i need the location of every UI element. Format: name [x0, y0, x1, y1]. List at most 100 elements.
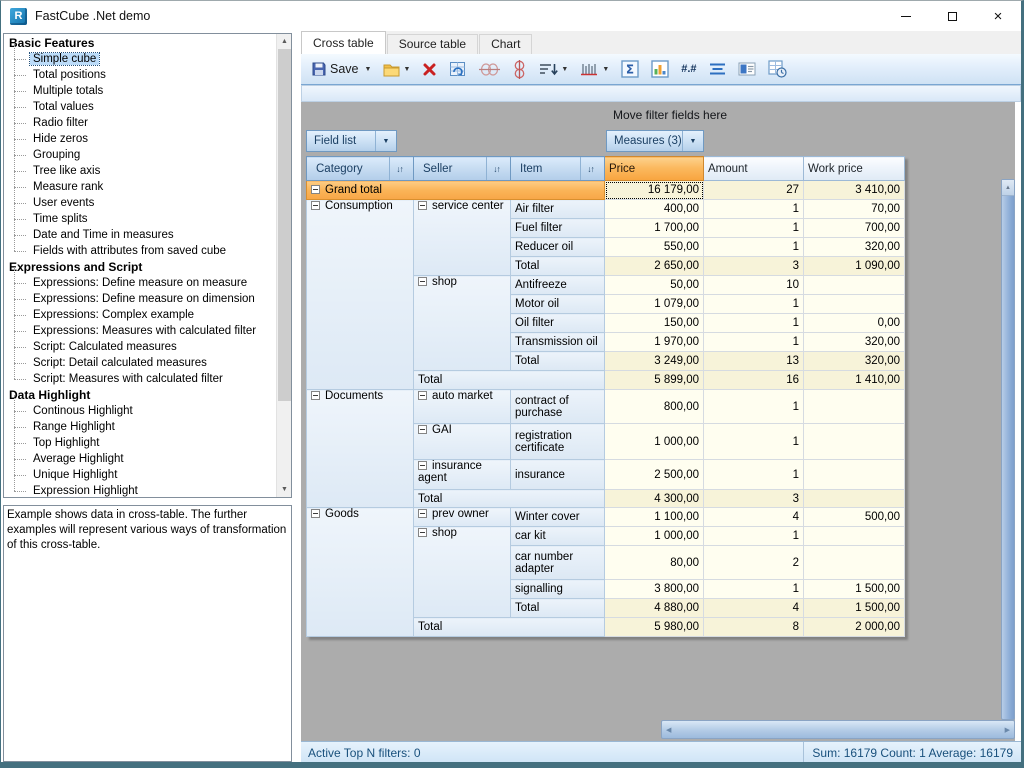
- grid-cell[interactable]: 1 500,00: [804, 580, 905, 599]
- tree-item[interactable]: Tree like axis: [4, 163, 275, 179]
- collapse-minus-icon[interactable]: [418, 201, 427, 210]
- grid-cell[interactable]: 1: [704, 390, 804, 424]
- grid-cell[interactable]: insurance agent: [414, 460, 511, 490]
- grid-cell[interactable]: 320,00: [804, 238, 905, 257]
- grid-cell[interactable]: 4: [704, 599, 804, 618]
- grid-cell[interactable]: 3 800,00: [605, 580, 704, 599]
- tree-scrollbar-thumb[interactable]: [278, 49, 291, 401]
- tree-item[interactable]: Multiple totals: [4, 83, 275, 99]
- grid-cell[interactable]: 4: [704, 508, 804, 527]
- measures-button[interactable]: Measures (3) ▼: [606, 130, 704, 152]
- grid-cell[interactable]: 2 000,00: [804, 618, 905, 637]
- grid-cell[interactable]: Consumption: [307, 200, 414, 390]
- grid-cell[interactable]: [804, 295, 905, 314]
- grid-cell[interactable]: Goods: [307, 508, 414, 637]
- grid-cell[interactable]: 1 700,00: [605, 219, 704, 238]
- column-header-price[interactable]: Price: [605, 157, 704, 181]
- grid-cell[interactable]: 50,00: [605, 276, 704, 295]
- tree-item[interactable]: User events: [4, 195, 275, 211]
- grid-cell[interactable]: 80,00: [605, 546, 704, 580]
- grid-cell[interactable]: 3: [704, 490, 804, 508]
- maximize-button[interactable]: [929, 1, 975, 31]
- scroll-down-icon[interactable]: ▼: [277, 482, 292, 497]
- open-button[interactable]: ▼: [380, 57, 413, 81]
- grid-cell[interactable]: 1 970,00: [605, 333, 704, 352]
- tree-item[interactable]: Simple cube: [4, 51, 275, 67]
- delete-button[interactable]: [419, 57, 440, 81]
- grid-cell[interactable]: 4 300,00: [605, 490, 704, 508]
- grid-cell[interactable]: 0,00: [804, 314, 905, 333]
- save-button[interactable]: Save ▼: [308, 57, 374, 81]
- display-options-button[interactable]: [735, 57, 759, 81]
- grid-cell[interactable]: Air filter: [511, 200, 605, 219]
- grid-cell[interactable]: contract of purchase: [511, 390, 605, 424]
- grid-cell[interactable]: 1: [704, 527, 804, 546]
- grid-cell[interactable]: 1 100,00: [605, 508, 704, 527]
- grid-cell[interactable]: 13: [704, 352, 804, 371]
- scale-button[interactable]: ▼: [577, 57, 612, 81]
- collapse-rows-button[interactable]: [509, 57, 530, 81]
- totals-button[interactable]: Σ: [618, 57, 642, 81]
- grid-cell[interactable]: Transmission oil: [511, 333, 605, 352]
- grid-cell[interactable]: 1 500,00: [804, 599, 905, 618]
- sort-direction-icon[interactable]: ↓↑: [389, 157, 409, 180]
- tree-item[interactable]: Measure rank: [4, 179, 275, 195]
- grid-cell[interactable]: 5 899,00: [605, 371, 704, 390]
- grid-cell[interactable]: Reducer oil: [511, 238, 605, 257]
- grid-cell[interactable]: 1: [704, 424, 804, 460]
- grid-cell[interactable]: 1: [704, 580, 804, 599]
- collapse-minus-icon[interactable]: [311, 201, 320, 210]
- grid-cell[interactable]: Fuel filter: [511, 219, 605, 238]
- grid-cell[interactable]: shop: [414, 276, 511, 371]
- grid-cell[interactable]: 500,00: [804, 508, 905, 527]
- grid-cell[interactable]: 320,00: [804, 333, 905, 352]
- grid-cell[interactable]: 3 249,00: [605, 352, 704, 371]
- grid-cell[interactable]: 550,00: [605, 238, 704, 257]
- grid-cell[interactable]: 4 880,00: [605, 599, 704, 618]
- grid-cell[interactable]: [804, 546, 905, 580]
- grid-cell[interactable]: 700,00: [804, 219, 905, 238]
- collapse-minus-icon[interactable]: [418, 528, 427, 537]
- grid-cell[interactable]: 1: [704, 314, 804, 333]
- tree-item[interactable]: Expressions: Define measure on dimension: [4, 291, 275, 307]
- tab-source-table[interactable]: Source table: [387, 34, 478, 54]
- grid-cell[interactable]: 2 500,00: [605, 460, 704, 490]
- align-button[interactable]: [706, 57, 729, 81]
- grid-cell[interactable]: 1 090,00: [804, 257, 905, 276]
- field-list-button[interactable]: Field list ▼: [306, 130, 397, 152]
- grid-cell[interactable]: 2 650,00: [605, 257, 704, 276]
- grid-cell[interactable]: insurance: [511, 460, 605, 490]
- tree-item[interactable]: Fields with attributes from saved cube: [4, 243, 275, 259]
- column-header-category[interactable]: Category↓↑: [307, 157, 414, 181]
- minimize-button[interactable]: [883, 1, 929, 31]
- grid-cell[interactable]: 400,00: [605, 200, 704, 219]
- scroll-right-icon[interactable]: ▶: [1001, 726, 1014, 734]
- tree-item[interactable]: Grouping: [4, 147, 275, 163]
- grid-cell[interactable]: 1: [704, 460, 804, 490]
- sort-dropdown-icon[interactable]: ▼: [561, 66, 568, 73]
- save-dropdown-icon[interactable]: ▼: [365, 66, 372, 73]
- open-dropdown-icon[interactable]: ▼: [403, 66, 410, 73]
- grid-cell[interactable]: 16: [704, 371, 804, 390]
- grid-cell[interactable]: [804, 390, 905, 424]
- grid-cell[interactable]: Motor oil: [511, 295, 605, 314]
- grid-cell[interactable]: [804, 276, 905, 295]
- tree-item[interactable]: Expression Highlight: [4, 483, 275, 497]
- tree-item[interactable]: Time splits: [4, 211, 275, 227]
- tree-item[interactable]: Expressions: Complex example: [4, 307, 275, 323]
- grid-cell[interactable]: car kit: [511, 527, 605, 546]
- grid-cell[interactable]: 3 410,00: [804, 181, 905, 200]
- grid-cell[interactable]: [804, 460, 905, 490]
- grid-cell[interactable]: 1: [704, 333, 804, 352]
- tree-item[interactable]: Hide zeros: [4, 131, 275, 147]
- collapse-minus-icon[interactable]: [418, 425, 427, 434]
- column-header-amount[interactable]: Amount: [704, 157, 804, 181]
- number-format-button[interactable]: #.#: [678, 57, 699, 81]
- tree-item[interactable]: Radio filter: [4, 115, 275, 131]
- collapse-minus-icon[interactable]: [311, 391, 320, 400]
- tree-item[interactable]: Expressions: Define measure on measure: [4, 275, 275, 291]
- grid-cell[interactable]: Oil filter: [511, 314, 605, 333]
- tree-item[interactable]: Top Highlight: [4, 435, 275, 451]
- tree-item[interactable]: Date and Time in measures: [4, 227, 275, 243]
- grid-cell[interactable]: Grand total: [307, 181, 605, 200]
